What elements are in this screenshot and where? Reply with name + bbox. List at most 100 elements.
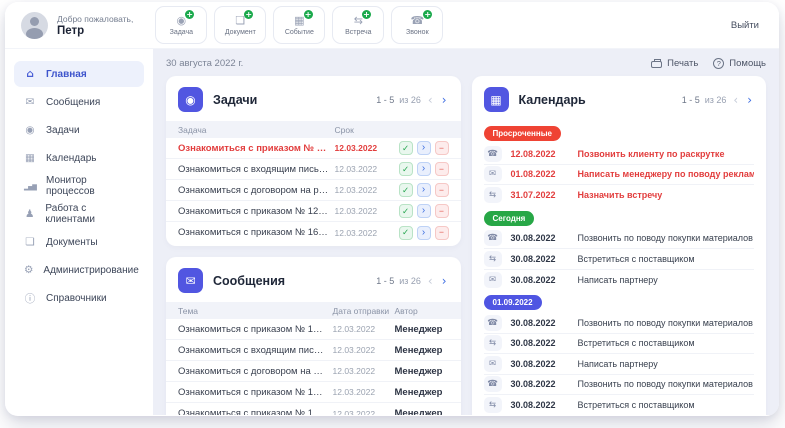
task-row[interactable]: Ознакомиться с приказом № 1658 12.03.202… <box>166 222 461 243</box>
sidebar-item-calendar[interactable]: Календарь <box>14 145 144 171</box>
calendar-row[interactable]: 30.08.2022 Позвонить по поводу покупки м… <box>484 313 755 334</box>
pager-next-button[interactable] <box>745 94 754 106</box>
calendar-row[interactable]: 31.07.2022 Назначить встречу <box>484 185 755 206</box>
sidebar-item-monitor[interactable]: Монитор процессов <box>14 173 144 199</box>
sidebar-item-tasks[interactable]: Задачи <box>14 117 144 143</box>
left-column: Задачи 1 - 5 из 26 Задача Срок <box>166 76 461 415</box>
topbar: Добро пожаловать, Петр Задача Документ С… <box>5 2 779 49</box>
sidebar-item-label: Документы <box>46 237 98 248</box>
calendar-entry-text: Назначить встречу <box>578 190 755 200</box>
pager-prev-button[interactable] <box>731 94 740 106</box>
task-deadline: 12.03.2022 <box>335 164 393 174</box>
tasks-panel-title: Задачи <box>213 93 257 107</box>
sidebar-item-documents[interactable]: Документы <box>14 229 144 255</box>
message-row[interactable]: Ознакомиться с договором на разра ... 12… <box>166 361 461 382</box>
calendar-row[interactable]: 12.08.2022 Позвонить клиенту по раскрутк… <box>484 144 755 165</box>
calendar-row[interactable]: 30.08.2022 Встретиться с поставщиком <box>484 249 755 270</box>
messages-panel-header: Сообщения 1 - 5 из 26 <box>166 266 461 302</box>
pager-next-button[interactable] <box>440 94 449 106</box>
calendar-row[interactable]: 30.08.2022 Позвонить по поводу покупки м… <box>484 375 755 396</box>
help-button[interactable]: Помощь <box>713 58 766 69</box>
tasks-icon <box>24 124 36 136</box>
pager-prev-button[interactable] <box>426 275 435 287</box>
phone-icon <box>484 315 502 331</box>
calendar-entry-date: 30.08.2022 <box>511 379 569 389</box>
sidebar-item-label: Сообщения <box>46 97 100 108</box>
welcome-text: Добро пожаловать, <box>57 14 133 24</box>
message-row[interactable]: Ознакомиться с приказом № 1658 12.03.202… <box>166 403 461 415</box>
mail-icon <box>24 96 36 108</box>
help-icon <box>713 58 724 69</box>
message-row[interactable]: Ознакомиться с приказом № 12589 ... 12.0… <box>166 319 461 340</box>
calendar-row[interactable]: 30.08.2022 Написать партнеру <box>484 354 755 375</box>
mail-icon <box>484 356 502 372</box>
pager-prev-button[interactable] <box>426 94 435 106</box>
remove-task-button[interactable] <box>435 226 449 240</box>
task-row[interactable]: Ознакомиться с входящим письмом 12.03.20… <box>166 159 461 180</box>
calendar-entry-text: Написать партнеру <box>578 275 755 285</box>
calendar-row[interactable]: 30.08.2022 Встретиться с поставщиком <box>484 395 755 415</box>
create-meeting-button[interactable]: Встреча <box>332 6 384 44</box>
remove-task-button[interactable] <box>435 162 449 176</box>
calendar-entry-date: 12.08.2022 <box>511 149 569 159</box>
remove-task-button[interactable] <box>435 204 449 218</box>
sidebar: Главная Сообщения Задачи Календарь <box>5 49 153 415</box>
documents-icon <box>24 236 36 248</box>
open-task-button[interactable] <box>417 226 431 240</box>
complete-task-button[interactable] <box>399 183 413 197</box>
sidebar-item-home[interactable]: Главная <box>14 61 144 87</box>
open-task-button[interactable] <box>417 162 431 176</box>
task-row[interactable]: Ознакомиться с приказом № 121255 12.03.2… <box>166 201 461 222</box>
task-row[interactable]: Ознакомиться с договором на разработку .… <box>166 180 461 201</box>
tasks-table-header: Задача Срок <box>166 121 461 138</box>
task-actions <box>393 226 449 240</box>
username: Петр <box>57 25 133 37</box>
remove-task-button[interactable] <box>435 141 449 155</box>
user-info: Добро пожаловать, Петр <box>57 14 133 37</box>
complete-task-button[interactable] <box>399 226 413 240</box>
remove-task-button[interactable] <box>435 183 449 197</box>
calendar-entry-date: 30.08.2022 <box>511 338 569 348</box>
task-actions <box>393 183 449 197</box>
message-row[interactable]: Ознакомиться с приказом № 121255 12.03.2… <box>166 382 461 403</box>
meeting-icon <box>484 397 502 413</box>
task-row[interactable]: Ознакомиться с приказом № 12589 от 12.03… <box>166 138 461 159</box>
pager-range: 1 - 5 <box>376 276 394 286</box>
complete-task-button[interactable] <box>399 204 413 218</box>
messages-panel-title: Сообщения <box>213 274 285 288</box>
calendar-entry-text: Написать партнеру <box>578 359 755 369</box>
create-document-button[interactable]: Документ <box>214 6 266 44</box>
open-task-button[interactable] <box>417 141 431 155</box>
logout-button[interactable]: Выйти <box>731 20 759 31</box>
column-sent-date: Дата отправки <box>333 306 395 316</box>
calendar-entry-text: Позвонить по поводу покупки материалов <box>578 233 755 243</box>
calendar-row[interactable]: 30.08.2022 Позвонить по поводу покупки м… <box>484 229 755 250</box>
app-window: Добро пожаловать, Петр Задача Документ С… <box>5 2 779 416</box>
open-task-button[interactable] <box>417 183 431 197</box>
clients-icon <box>24 208 35 220</box>
create-event-button[interactable]: Событие <box>273 6 325 44</box>
add-badge-icon <box>423 10 432 19</box>
sidebar-item-messages[interactable]: Сообщения <box>14 89 144 115</box>
complete-task-button[interactable] <box>399 162 413 176</box>
calendar-row[interactable]: 30.08.2022 Написать партнеру <box>484 270 755 291</box>
complete-task-button[interactable] <box>399 141 413 155</box>
open-task-button[interactable] <box>417 204 431 218</box>
print-button[interactable]: Печать <box>651 58 698 69</box>
sidebar-item-reference[interactable]: Справочники <box>14 285 144 311</box>
pager-next-button[interactable] <box>440 275 449 287</box>
calendar-entry-text: Встретиться с поставщиком <box>578 338 755 348</box>
message-row[interactable]: Ознакомиться с входящим письмом 12.03.20… <box>166 340 461 361</box>
sidebar-item-clients[interactable]: Работа с клиентами <box>14 201 144 227</box>
main-header-actions: Печать Помощь <box>651 58 766 69</box>
calendar-row[interactable]: 30.08.2022 Встретиться с поставщиком <box>484 334 755 355</box>
create-call-button[interactable]: Звонок <box>391 6 443 44</box>
task-name: Ознакомиться с приказом № 12589 от 12.03… <box>178 143 335 154</box>
calendar-row[interactable]: 01.08.2022 Написать менеджеру по поводу … <box>484 165 755 186</box>
pager-range: 1 - 5 <box>376 95 394 105</box>
calendar-entry-date: 30.08.2022 <box>511 359 569 369</box>
sidebar-item-admin[interactable]: Администрирование <box>14 257 144 283</box>
create-task-button[interactable]: Задача <box>155 6 207 44</box>
message-subject: Ознакомиться с приказом № 12589 ... <box>178 324 333 335</box>
tasks-pager: 1 - 5 из 26 <box>376 94 448 106</box>
